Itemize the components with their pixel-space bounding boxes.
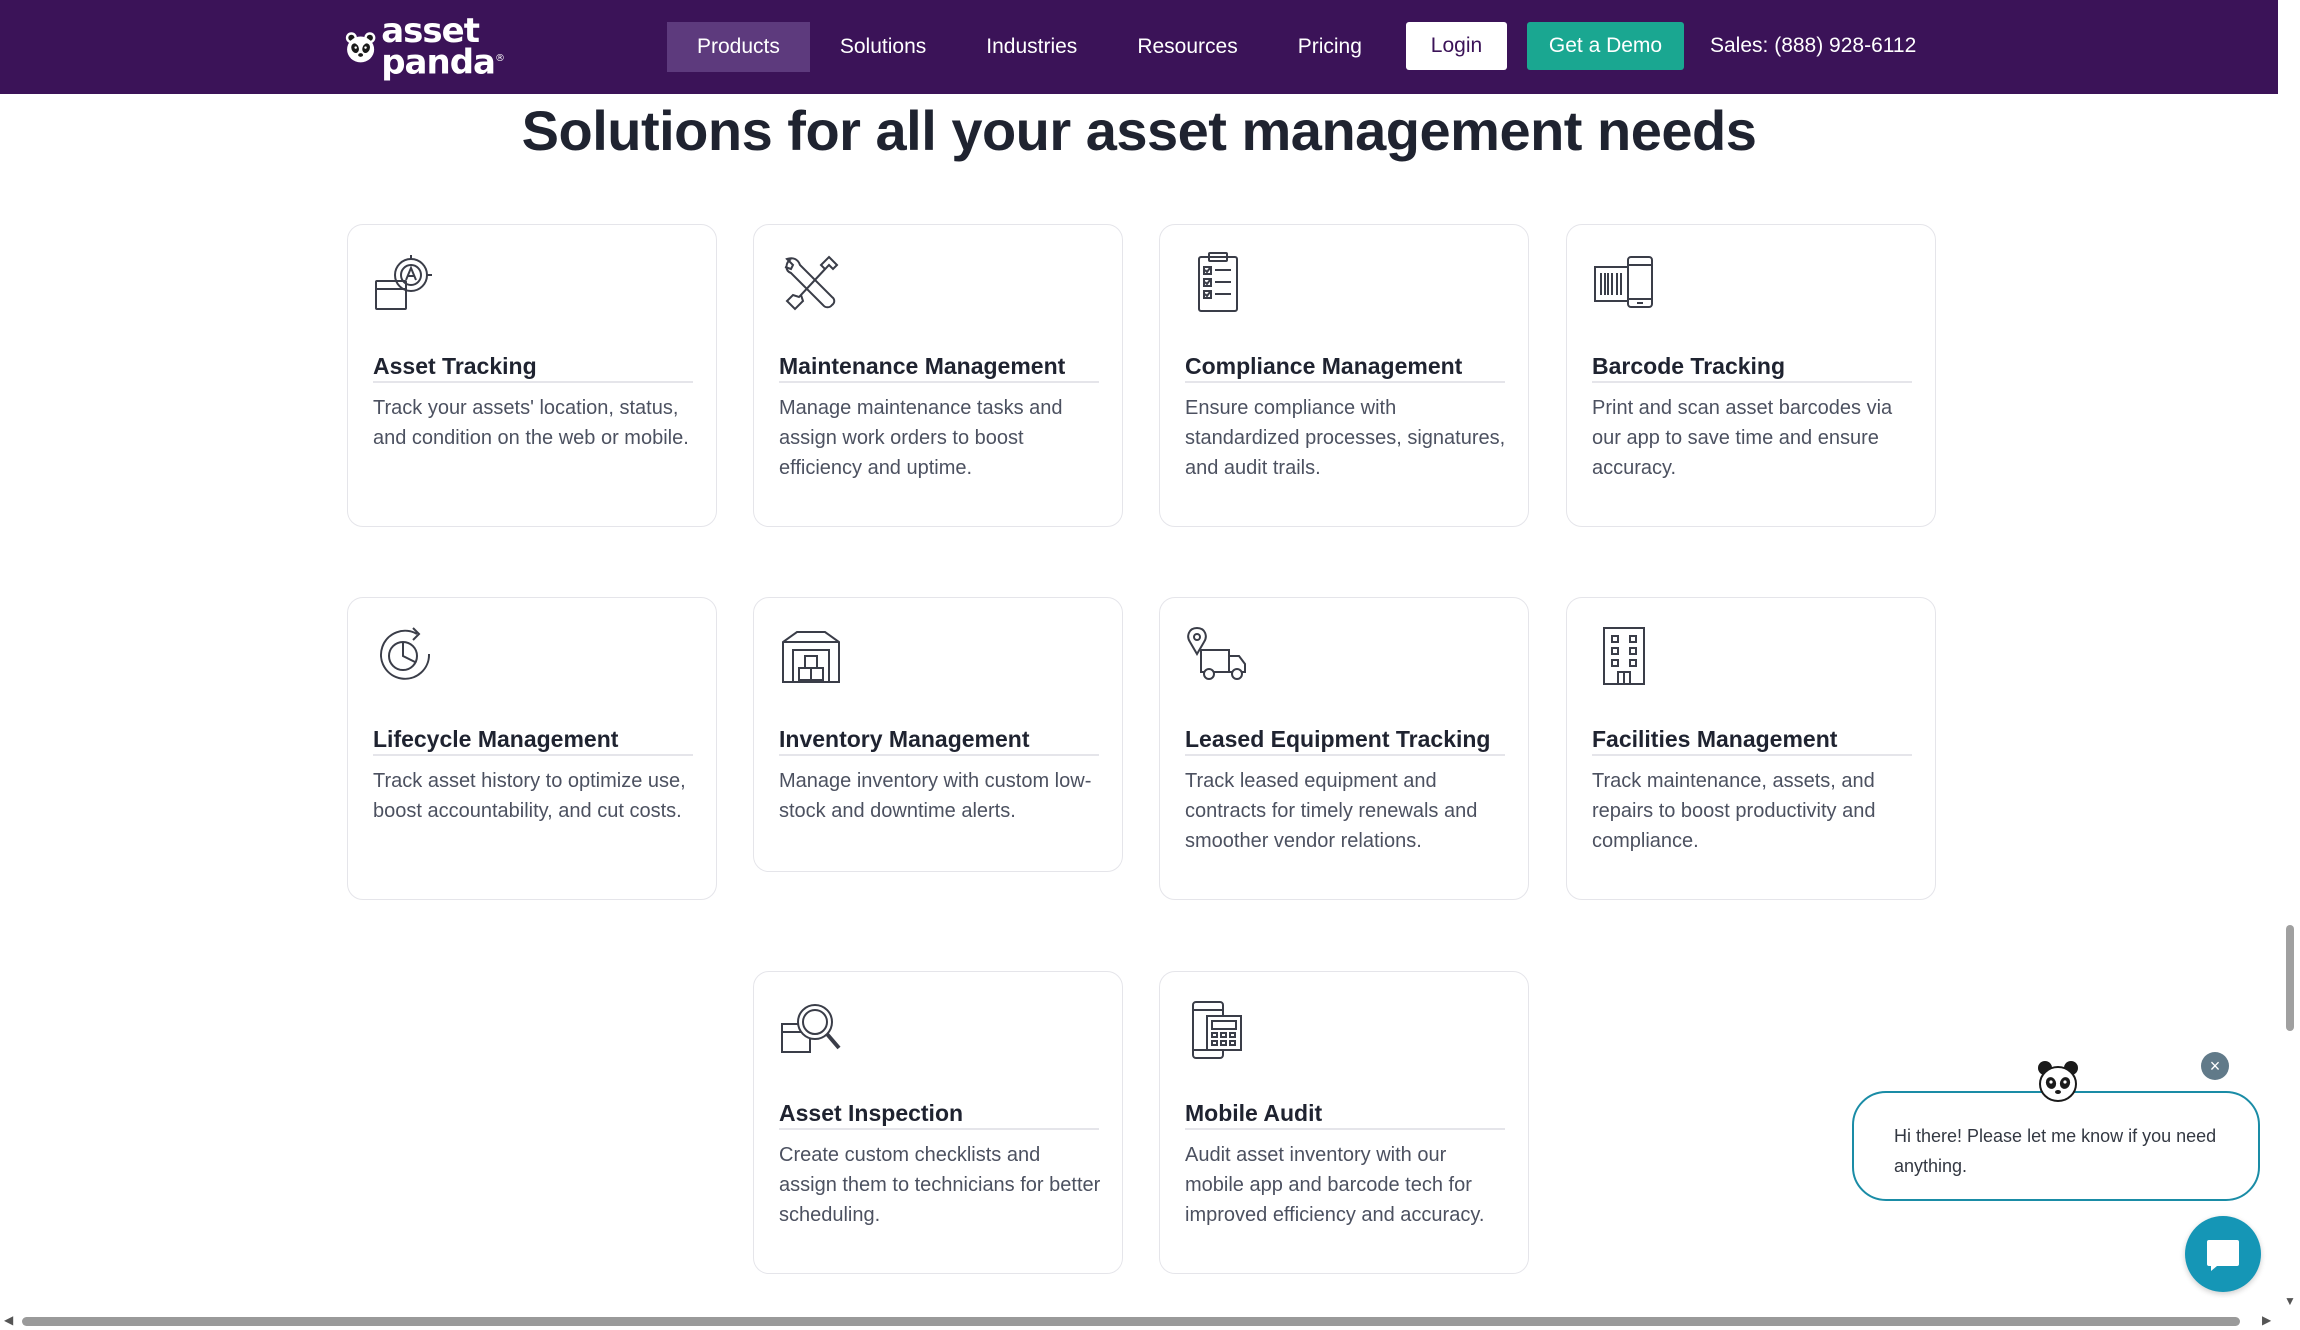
- main-nav-menu: Products Solutions Industries Resources …: [667, 22, 1392, 72]
- card-title: Mobile Audit: [1185, 1100, 1323, 1126]
- asset-panda-logo[interactable]: asset panda®: [344, 11, 505, 80]
- card-divider: [779, 1128, 1099, 1130]
- barcode-phone-icon: [1594, 256, 1653, 308]
- card-description: Create custom checklists and assign them…: [779, 1144, 1101, 1226]
- card-title: Leased Equipment Tracking: [1185, 726, 1491, 752]
- chat-launcher-button[interactable]: [2185, 1216, 2261, 1292]
- card-divider: [373, 381, 693, 383]
- solution-card-compliance-management[interactable]: Compliance Management Ensure compliance …: [1159, 224, 1529, 527]
- card-description: Track your assets' location, status, and…: [373, 397, 689, 449]
- nav-resources[interactable]: Resources: [1107, 22, 1267, 72]
- card-divider: [373, 754, 693, 756]
- solution-card-asset-inspection[interactable]: Asset Inspection Create custom checklist…: [753, 971, 1123, 1274]
- logo-text-panda: panda: [381, 42, 496, 83]
- inspection-magnifier-icon: [781, 1004, 841, 1053]
- checklist-icon: [1198, 252, 1238, 312]
- card-title: Lifecycle Management: [373, 726, 619, 752]
- card-description: Manage maintenance tasks and assign work…: [779, 397, 1063, 479]
- panda-avatar-icon: [2038, 1061, 2078, 1102]
- card-description: Track leased equipment and contracts for…: [1185, 770, 1478, 852]
- card-title: Inventory Management: [779, 726, 1030, 752]
- card-divider: [1592, 754, 1912, 756]
- card-description: Ensure compliance with standardized proc…: [1185, 397, 1506, 479]
- vertical-scrollbar[interactable]: ▼: [2278, 0, 2300, 1330]
- card-divider: [1185, 1128, 1505, 1130]
- lifecycle-chart-icon: [380, 627, 431, 680]
- asset-tracking-icon: [375, 255, 432, 310]
- chat-close-button[interactable]: ×: [2201, 1052, 2229, 1080]
- solution-card-asset-tracking[interactable]: Asset Tracking Track your assets' locati…: [347, 224, 717, 527]
- nav-products[interactable]: Products: [667, 22, 810, 72]
- card-divider: [779, 381, 1099, 383]
- chat-greeting-bubble[interactable]: Hi there! Please let me know if you need…: [1852, 1091, 2260, 1201]
- solution-card-maintenance-management[interactable]: Maintenance Management Manage maintenanc…: [753, 224, 1123, 527]
- scroll-right-arrow-icon[interactable]: ▶: [2262, 1313, 2271, 1327]
- building-icon: [1603, 627, 1645, 685]
- card-divider: [779, 754, 1099, 756]
- nav-solutions[interactable]: Solutions: [810, 22, 956, 72]
- card-description: Track asset history to optimize use, boo…: [373, 770, 686, 822]
- scroll-down-arrow-icon[interactable]: ▼: [2284, 1294, 2296, 1308]
- card-title: Asset Inspection: [779, 1100, 964, 1126]
- get-a-demo-button[interactable]: Get a Demo: [1527, 22, 1684, 70]
- card-description: Audit asset inventory with our mobile ap…: [1185, 1144, 1485, 1226]
- solution-card-inventory-management[interactable]: Inventory Management Manage inventory wi…: [753, 597, 1123, 872]
- horizontal-scrollbar[interactable]: ◀ ▶: [0, 1312, 2278, 1330]
- nav-industries[interactable]: Industries: [956, 22, 1107, 72]
- vertical-scrollbar-thumb[interactable]: [2286, 925, 2294, 1031]
- card-description: Track maintenance, assets, and repairs t…: [1592, 770, 1876, 852]
- solution-card-facilities-management[interactable]: Facilities Management Track maintenance,…: [1566, 597, 1936, 900]
- card-title: Compliance Management: [1185, 353, 1463, 379]
- card-divider: [1592, 381, 1912, 383]
- logo-text-asset: asset: [381, 11, 480, 52]
- sales-phone-link[interactable]: Sales: (888) 928-6112: [1710, 22, 1916, 70]
- chat-greeting-text: Hi there! Please let me know if you need…: [1894, 1126, 2217, 1176]
- solution-card-barcode-tracking[interactable]: Barcode Tracking Print and scan asset ba…: [1566, 224, 1936, 527]
- card-divider: [1185, 754, 1505, 756]
- horizontal-scrollbar-thumb[interactable]: [22, 1317, 2240, 1326]
- nav-pricing[interactable]: Pricing: [1268, 22, 1392, 72]
- solution-card-leased-equipment-tracking[interactable]: Leased Equipment Tracking Track leased e…: [1159, 597, 1529, 900]
- truck-location-icon: [1187, 626, 1246, 680]
- card-title: Asset Tracking: [373, 353, 537, 379]
- mobile-audit-icon: [1192, 1001, 1242, 1059]
- login-button[interactable]: Login: [1406, 22, 1507, 70]
- solution-card-lifecycle-management[interactable]: Lifecycle Management Track asset history…: [347, 597, 717, 900]
- maintenance-tools-icon: [784, 255, 839, 311]
- warehouse-icon: [782, 631, 840, 683]
- solution-card-mobile-audit[interactable]: Mobile Audit Audit asset inventory with …: [1159, 971, 1529, 1274]
- scroll-left-arrow-icon[interactable]: ◀: [4, 1313, 13, 1327]
- panda-logo-icon: [345, 32, 376, 63]
- chat-bubble-icon: [2207, 1240, 2239, 1271]
- card-title: Barcode Tracking: [1592, 353, 1786, 379]
- logo-registered-mark: ®: [495, 53, 505, 65]
- card-title: Facilities Management: [1592, 726, 1838, 752]
- card-title: Maintenance Management: [779, 353, 1066, 379]
- top-navbar: asset panda® Products Solutions Industri…: [0, 0, 2278, 94]
- card-divider: [1185, 381, 1505, 383]
- card-description: Print and scan asset barcodes via our ap…: [1592, 397, 1893, 479]
- card-description: Manage inventory with custom low-stock a…: [779, 770, 1092, 822]
- page-title: Solutions for all your asset management …: [521, 99, 1757, 162]
